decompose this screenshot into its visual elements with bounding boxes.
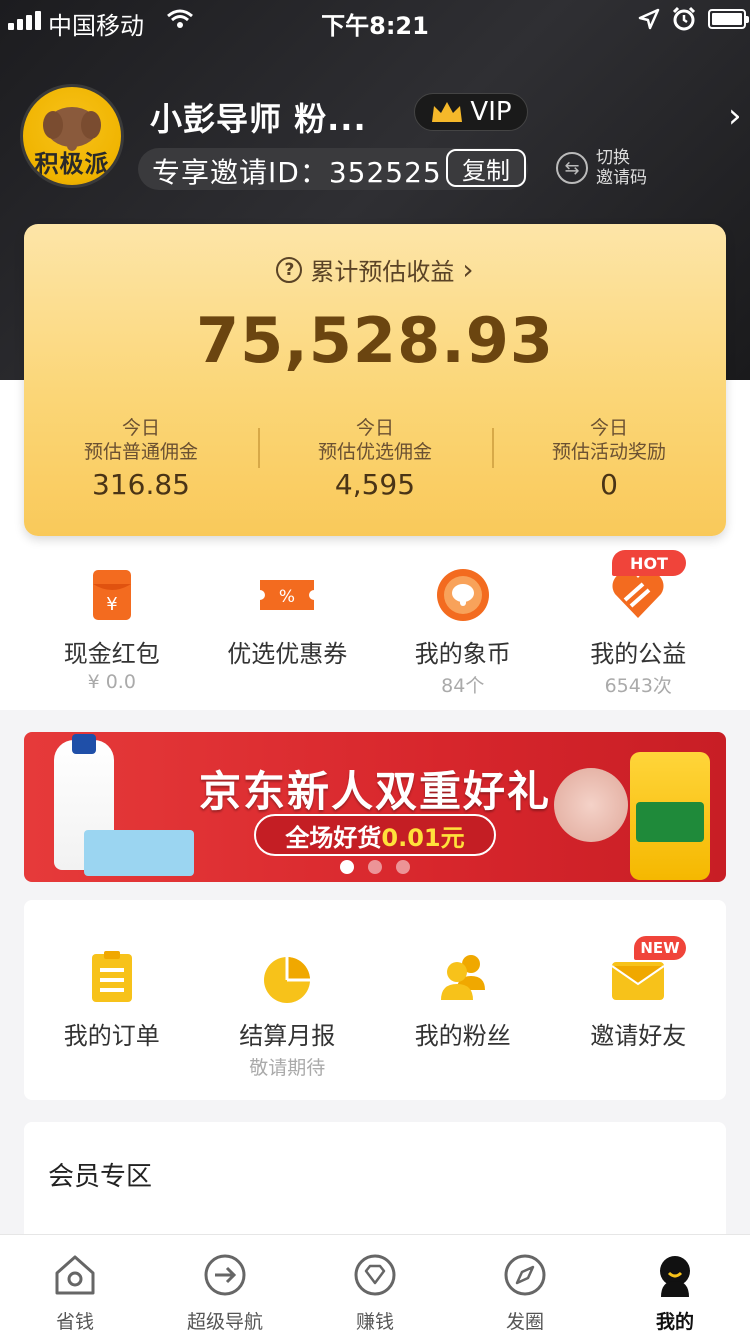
- banner-pill-text: 全场好货: [285, 823, 382, 852]
- avatar-text: 积极派: [34, 150, 110, 178]
- carousel-dots: [24, 860, 726, 874]
- quick-coupon[interactable]: % 优选优惠券: [200, 560, 376, 690]
- question-icon: ?: [276, 256, 303, 283]
- home-icon: [55, 1255, 95, 1295]
- quick-sub: 84个: [441, 675, 485, 697]
- svg-text:%: %: [279, 587, 295, 607]
- stat-day: 今日: [355, 417, 394, 439]
- stat-day: 今日: [589, 417, 628, 439]
- chevron-right-icon: ›: [462, 253, 474, 286]
- navigation-icon: [204, 1254, 246, 1296]
- quick-label: 我的公益: [590, 640, 687, 668]
- feature-label: 我的粉丝: [414, 1022, 511, 1050]
- feature-label: 我的订单: [63, 1022, 160, 1050]
- stat-activity-reward[interactable]: 今日 预估活动奖励 0: [492, 416, 726, 516]
- quick-charity[interactable]: 我的公益 6543次: [551, 560, 727, 697]
- stat-label: 预估活动奖励: [551, 441, 666, 463]
- switch-label-line1: 切换: [596, 148, 630, 168]
- carousel-dot[interactable]: [368, 860, 382, 874]
- profile-icon: [660, 1256, 690, 1297]
- stat-value: 316.85: [92, 468, 190, 501]
- red-envelope-icon: ¥: [92, 570, 131, 620]
- feature-label: 结算月报: [239, 1022, 336, 1050]
- crown-icon: [432, 102, 463, 122]
- compass-icon: [504, 1254, 546, 1296]
- tab-moments[interactable]: 发圈: [450, 1235, 600, 1334]
- alarm-icon: [672, 6, 696, 31]
- carousel-dot[interactable]: [396, 860, 410, 874]
- banner-pill: 全场好货 0.01元: [254, 814, 496, 856]
- quick-label: 现金红包: [63, 640, 160, 668]
- svg-text:¥: ¥: [106, 594, 117, 615]
- tab-mine[interactable]: 我的: [600, 1235, 750, 1334]
- feature-label: 邀请好友: [590, 1022, 687, 1050]
- tab-super-navigation[interactable]: 超级导航: [150, 1235, 300, 1334]
- tab-label: 省钱: [55, 1311, 94, 1333]
- stat-premium-commission[interactable]: 今日 预估优选佣金 4,595: [258, 416, 492, 516]
- feature-my-orders[interactable]: 我的订单: [24, 950, 200, 1080]
- hot-badge: HOT: [612, 550, 686, 576]
- tab-label: 我的: [655, 1311, 694, 1333]
- tab-label: 赚钱: [355, 1311, 394, 1333]
- vip-label: VIP: [470, 97, 512, 127]
- earnings-amount: 75,528.93: [195, 304, 555, 377]
- stat-normal-commission[interactable]: 今日 预估普通佣金 316.85: [24, 416, 258, 516]
- order-list-icon: [91, 951, 132, 1002]
- feature-invite-friends[interactable]: 邀请好友: [551, 950, 727, 1080]
- tab-label: 超级导航: [186, 1311, 263, 1333]
- feature-card: 我的订单 结算月报 敬请期待 我的粉丝 邀请好友: [24, 900, 726, 1100]
- member-section: 会员专区: [24, 1122, 726, 1242]
- diamond-icon: [354, 1254, 396, 1296]
- avatar[interactable]: 积极派: [20, 84, 124, 188]
- quick-actions: ¥ 现金红包 ¥ 0.0 % 优选优惠券 我的象币 84个 我的公益 6543次: [24, 560, 727, 697]
- stat-day: 今日: [121, 417, 160, 439]
- banner-title: 京东新人双重好礼: [198, 767, 551, 816]
- stat-label: 预估普通佣金: [83, 441, 198, 463]
- earnings-title: 累计预估收益: [310, 258, 455, 286]
- quick-sub: 6543次: [604, 675, 672, 697]
- feature-sub: 敬请期待: [249, 1057, 326, 1079]
- stat-value: 4,595: [334, 468, 416, 501]
- carousel-dot[interactable]: [340, 860, 354, 874]
- quick-label: 优选优惠券: [227, 640, 348, 668]
- location-arrow-icon: [638, 8, 660, 30]
- banner-pill-price: 0.01元: [381, 823, 465, 852]
- switch-invite-code-link[interactable]: 切换 邀请码: [596, 148, 676, 188]
- earnings-stats: 今日 预估普通佣金 316.85 今日 预估优选佣金 4,595 今日 预估活动…: [24, 416, 726, 516]
- promo-banner[interactable]: 京东新人双重好礼 全场好货 0.01元: [24, 732, 726, 882]
- fans-icon: [440, 955, 485, 1000]
- coupon-icon: %: [260, 580, 315, 610]
- elephant-coin-icon: [436, 569, 489, 621]
- stat-value: 0: [600, 468, 618, 501]
- stat-label: 预估优选佣金: [317, 441, 432, 463]
- quick-sub: ¥ 0.0: [87, 671, 136, 693]
- quick-elephant-coin[interactable]: 我的象币 84个: [375, 560, 551, 697]
- feature-my-fans[interactable]: 我的粉丝: [375, 950, 551, 1080]
- feature-monthly-report[interactable]: 结算月报 敬请期待: [200, 950, 376, 1080]
- pie-chart-icon: [264, 957, 311, 1003]
- invite-id-text: 专享邀请ID：352525: [152, 156, 442, 189]
- switch-label-line2: 邀请码: [596, 168, 647, 188]
- new-badge: NEW: [634, 936, 686, 960]
- tab-earn[interactable]: 赚钱: [300, 1235, 450, 1334]
- quick-label: 我的象币: [414, 640, 511, 668]
- quick-cash-red-packet[interactable]: ¥ 现金红包 ¥ 0.0: [24, 560, 200, 693]
- feature-row: 我的订单 结算月报 敬请期待 我的粉丝 邀请好友: [24, 950, 726, 1080]
- tab-label: 发圈: [505, 1311, 544, 1333]
- earnings-card: ? 累计预估收益 › 75,528.93 今日 预估普通佣金 316.85 今日…: [24, 224, 726, 536]
- copy-button[interactable]: 复制: [446, 149, 526, 187]
- bottom-tab-bar: 省钱 超级导航 赚钱 发圈 我的: [0, 1234, 750, 1334]
- username[interactable]: 小彭导师 粉...: [150, 94, 367, 140]
- member-section-title: 会员专区: [48, 1162, 153, 1192]
- battery-icon: [708, 9, 749, 29]
- vip-badge[interactable]: VIP: [414, 93, 528, 131]
- profile-chevron-right-icon[interactable]: ›: [728, 96, 742, 136]
- tab-save[interactable]: 省钱: [0, 1235, 150, 1334]
- status-bar: 中国移动 下午8:21: [0, 0, 750, 44]
- earnings-title-row[interactable]: ? 累计预估收益 ›: [24, 252, 726, 287]
- switch-icon[interactable]: ⇆: [556, 152, 588, 184]
